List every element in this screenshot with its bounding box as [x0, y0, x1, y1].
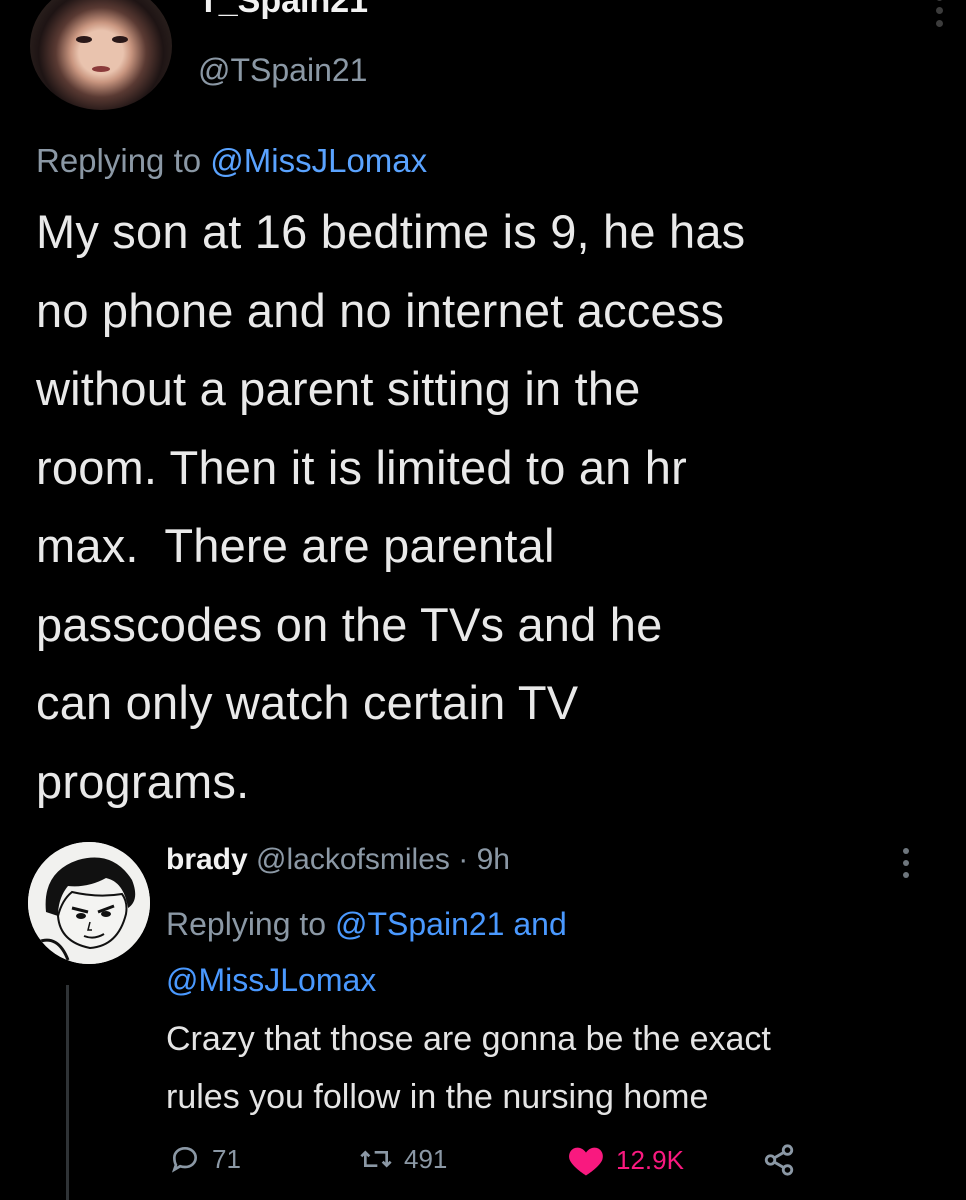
separator-dot: · — [458, 843, 469, 876]
like-count: 12.9K — [616, 1144, 684, 1175]
heart-icon — [569, 1147, 603, 1176]
reply-text: Crazy that those are gonna be the exact … — [166, 1010, 946, 1126]
tweet-line: room. Then it is limited to an hr — [36, 440, 687, 494]
tweet-line: passcodes on the TVs and he — [36, 597, 663, 651]
share-button[interactable] — [762, 1143, 796, 1177]
replying-to-line: Replying to @MissJLomax — [36, 142, 427, 180]
reply-button[interactable]: 71 — [168, 1143, 241, 1175]
more-icon[interactable] — [936, 0, 944, 27]
reply-count: 71 — [212, 1143, 241, 1174]
avatar-tspain21[interactable] — [30, 0, 172, 110]
avatar-eye-left — [76, 36, 92, 43]
share-icon — [764, 1144, 794, 1176]
retweet-icon — [360, 1150, 392, 1168]
tweet-line: no phone and no internet access — [36, 283, 725, 337]
reply-line: Crazy that those are gonna be the exact — [166, 1020, 771, 1058]
reply-replying-to: Replying to @TSpain21 and @MissJLomax — [166, 896, 567, 1008]
user-handle[interactable]: @TSpain21 — [198, 52, 367, 89]
avatar-brady[interactable] — [28, 842, 150, 964]
reply-line: rules you follow in the nursing home — [166, 1078, 709, 1116]
thread-line — [66, 985, 69, 1200]
and-word: and — [513, 906, 567, 942]
avatar-eye-right — [112, 36, 128, 43]
mention-link[interactable]: @MissJLomax — [166, 962, 376, 998]
tweet-line: My son at 16 bedtime is 9, he has — [36, 205, 746, 258]
retweet-count: 491 — [404, 1143, 448, 1174]
tweet-text: My son at 16 bedtime is 9, he has no pho… — [36, 193, 956, 821]
replying-prefix: Replying to — [36, 142, 202, 179]
reply-icon — [171, 1146, 198, 1173]
reply-display-name[interactable]: brady — [166, 843, 248, 876]
tweet-line: can only watch certain TV — [36, 676, 579, 729]
reply-handle[interactable]: @lackofsmiles — [256, 843, 450, 876]
tweet-line: programs. — [36, 754, 250, 808]
reply-header: brady @lackofsmiles · 9h — [166, 843, 510, 877]
avatar-lips — [92, 66, 110, 72]
manga-portrait-icon — [28, 842, 150, 964]
like-button[interactable]: 12.9K — [566, 1143, 684, 1177]
display-name[interactable]: T_Spain21 — [198, 0, 368, 21]
mention-link[interactable]: @MissJLomax — [210, 142, 427, 179]
tweet-line: without a parent sitting in the — [36, 362, 641, 415]
replying-prefix: Replying to — [166, 906, 327, 942]
more-icon[interactable] — [903, 848, 909, 878]
reply-time[interactable]: 9h — [477, 843, 510, 876]
mention-link[interactable]: @TSpain21 — [335, 906, 504, 942]
retweet-button[interactable]: 491 — [358, 1143, 447, 1175]
tweet-line: max. There are parental — [36, 519, 555, 572]
